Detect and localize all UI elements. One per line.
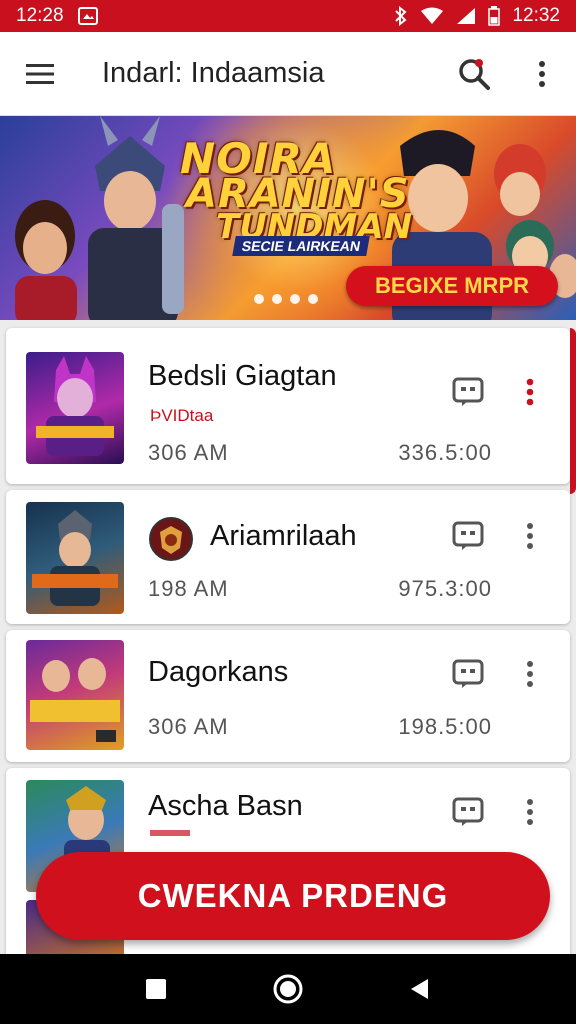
more-vertical-icon [527, 523, 533, 549]
item-count: 198.5:00 [398, 714, 492, 739]
signal-icon [456, 7, 476, 25]
carousel-dots [254, 294, 318, 304]
item-title: Bedsli Giagtan [148, 360, 337, 392]
chat-button[interactable] [450, 794, 486, 830]
more-vertical-icon [527, 661, 533, 687]
status-bar: 12:28 12:32 [0, 0, 576, 32]
notification-icon [77, 7, 98, 25]
game-badge-icon [148, 516, 194, 562]
item-title: Ariamrilaah [210, 520, 357, 552]
chat-icon [452, 659, 484, 688]
carousel-dot[interactable] [308, 294, 318, 304]
page-title: Indarl: Indaamsia [102, 57, 325, 89]
nav-back-button[interactable] [390, 959, 450, 1019]
chat-button[interactable] [450, 656, 486, 692]
home-icon [273, 974, 303, 1004]
chat-icon [452, 797, 484, 826]
carousel-dot[interactable] [290, 294, 300, 304]
item-menu-button[interactable] [512, 518, 548, 554]
game-thumbnail [26, 640, 124, 750]
back-icon [411, 979, 428, 999]
more-vertical-icon [539, 60, 545, 87]
app-screen: 12:28 12:32 Indarl: Indaamsia NOIRA ARAN… [0, 0, 576, 1024]
item-menu-button[interactable] [512, 374, 548, 410]
item-time: 306 AM [148, 440, 229, 465]
carousel-dot[interactable] [272, 294, 282, 304]
system-nav-bar [0, 954, 576, 1024]
item-menu-button[interactable] [512, 794, 548, 830]
chat-icon [452, 377, 484, 406]
selected-indicator [570, 328, 576, 494]
app-bar: Indarl: Indaamsia [0, 32, 576, 116]
game-thumbnail [26, 352, 124, 464]
menu-button[interactable] [0, 32, 80, 116]
item-title: Dagorkans [148, 656, 289, 688]
banner-cta-button[interactable]: BEGIXE MRPR [346, 266, 558, 306]
carousel-dot[interactable] [254, 294, 264, 304]
wifi-icon [420, 7, 444, 25]
chat-icon [452, 521, 484, 550]
nav-home-button[interactable] [258, 959, 318, 1019]
item-time: 306 AM [148, 714, 229, 739]
search-icon [459, 58, 490, 90]
battery-icon [488, 6, 501, 26]
item-title: Ascha Basn [148, 790, 303, 822]
hamburger-menu-icon [26, 63, 54, 84]
chat-button[interactable] [450, 518, 486, 554]
status-time-right: 12:32 [512, 5, 560, 26]
item-subtitle-fragment [150, 830, 190, 836]
item-count: 336.5:00 [398, 440, 492, 465]
item-subtitle: ÞVIDtaa [150, 406, 214, 425]
more-vertical-icon [527, 799, 533, 825]
chat-button[interactable] [450, 374, 486, 410]
bluetooth-icon [394, 6, 408, 26]
promo-banner[interactable]: NOIRA ARANIN'S TUNDMAN SECIE LAIRKEAN BE… [0, 116, 576, 320]
recents-icon [146, 979, 166, 999]
list-item[interactable]: Ariamrilaah 198 AM 975.3:00 [6, 490, 570, 624]
search-button[interactable] [440, 32, 508, 116]
list-item[interactable]: Bedsli Giagtan ÞVIDtaa 306 AM 336.5:00 [6, 328, 576, 494]
overflow-menu-button[interactable] [508, 32, 576, 116]
primary-action-button[interactable]: CWEKNA PRDENG [36, 852, 550, 940]
status-time-left: 12:28 [16, 5, 64, 26]
game-thumbnail [26, 502, 124, 614]
more-vertical-icon [526, 378, 534, 406]
banner-subtitle: SECIE LAIRKEAN [232, 236, 370, 256]
item-menu-button[interactable] [512, 656, 548, 692]
item-count: 975.3:00 [398, 576, 492, 601]
nav-recents-button[interactable] [126, 959, 186, 1019]
list-item[interactable]: Dagorkans 306 AM 198.5:00 [6, 630, 570, 762]
item-time: 198 AM [148, 576, 229, 601]
